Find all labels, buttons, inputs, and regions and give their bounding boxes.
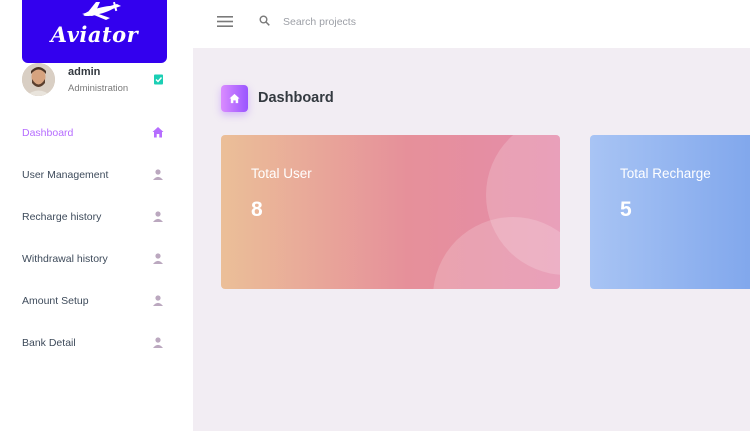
topbar — [193, 0, 750, 48]
user-icon — [153, 253, 163, 264]
profile-name: admin — [68, 66, 101, 78]
brand-logo[interactable]: Aviator — [22, 0, 167, 63]
user-icon — [153, 337, 163, 348]
sidebar: Aviator admin Administration Dashboard U… — [0, 0, 193, 431]
sidebar-item-user-management[interactable]: User Management — [0, 154, 193, 196]
avatar — [22, 63, 55, 96]
profile-role: Administration — [68, 83, 129, 94]
sidebar-nav: Dashboard User Management Recharge histo… — [0, 112, 193, 364]
page-header-icon — [221, 85, 248, 112]
brand-name: Aviator — [50, 22, 139, 47]
sidebar-item-dashboard[interactable]: Dashboard — [0, 112, 193, 154]
sidebar-item-bank-detail[interactable]: Bank Detail — [0, 322, 193, 364]
card-label: Total User — [251, 166, 312, 181]
profile[interactable]: admin Administration — [22, 63, 172, 99]
bookmark-check-icon — [154, 74, 163, 85]
user-icon — [153, 169, 163, 180]
user-icon — [153, 295, 163, 306]
home-icon — [229, 93, 240, 104]
card-decoration — [433, 217, 560, 289]
user-icon — [153, 211, 163, 222]
search-input[interactable] — [281, 12, 485, 32]
page-title: Dashboard — [258, 90, 334, 106]
card-value: 8 — [251, 198, 263, 221]
sidebar-item-label: Withdrawal history — [22, 253, 108, 265]
sidebar-item-recharge-history[interactable]: Recharge history — [0, 196, 193, 238]
card-label: Total Recharge — [620, 166, 711, 181]
stat-card-total-recharge: Total Recharge 5 — [590, 135, 750, 289]
card-value: 5 — [620, 198, 632, 221]
sidebar-item-label: Dashboard — [22, 127, 74, 139]
sidebar-item-label: Bank Detail — [22, 337, 76, 349]
search-icon — [259, 15, 270, 26]
sidebar-item-label: Recharge history — [22, 211, 102, 223]
menu-icon[interactable] — [217, 15, 233, 28]
stat-card-total-user: Total User 8 — [221, 135, 560, 289]
home-icon — [152, 127, 164, 138]
sidebar-item-label: Amount Setup — [22, 295, 89, 307]
sidebar-item-amount-setup[interactable]: Amount Setup — [0, 280, 193, 322]
sidebar-item-label: User Management — [22, 169, 109, 181]
sidebar-item-withdrawal-history[interactable]: Withdrawal history — [0, 238, 193, 280]
